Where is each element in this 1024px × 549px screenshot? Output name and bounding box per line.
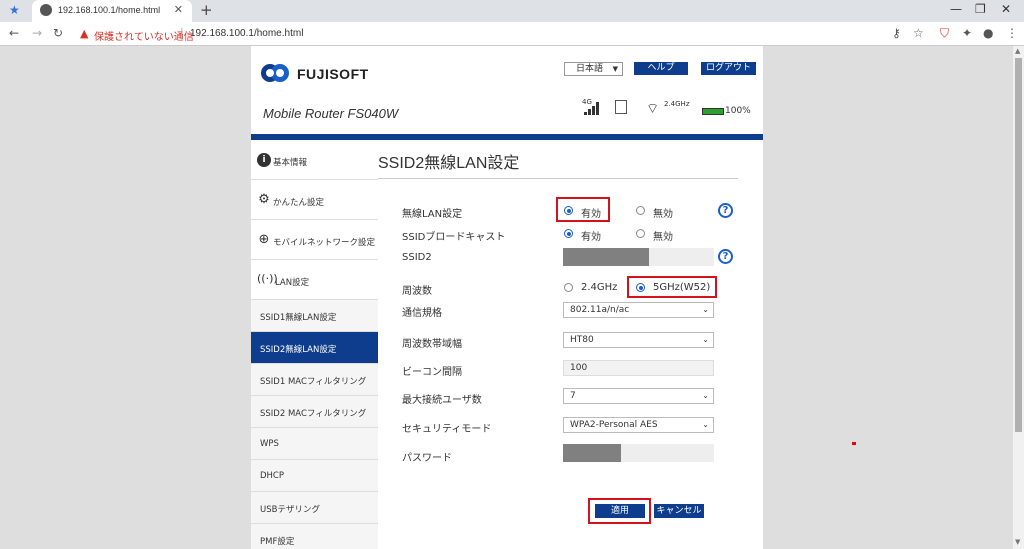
browser-tab[interactable]: 192.168.100.1/home.html ✕ bbox=[32, 0, 192, 22]
chevron-down-icon: ⌄ bbox=[702, 335, 709, 344]
back-icon[interactable]: ← bbox=[9, 26, 19, 40]
help-circle-icon[interactable]: ? bbox=[718, 249, 733, 264]
scroll-down-icon[interactable]: ▼ bbox=[1015, 538, 1020, 546]
key-icon[interactable]: ⚷ bbox=[892, 26, 901, 40]
new-tab-icon[interactable]: + bbox=[200, 1, 213, 19]
freq-2-4ghz-radio[interactable] bbox=[564, 283, 573, 292]
standard-select[interactable]: 802.11a/n/ac ⌄ bbox=[563, 302, 714, 318]
star-icon[interactable]: ★ bbox=[9, 3, 20, 17]
globe-icon bbox=[40, 4, 52, 16]
extension-shield-icon[interactable]: ⛉ bbox=[940, 26, 949, 41]
page-title: SSID2無線LAN設定 bbox=[378, 155, 520, 172]
sidebar-item-dhcp[interactable]: DHCP bbox=[251, 460, 378, 492]
frequency-label: 周波数 bbox=[402, 286, 432, 297]
wireless-lan-off-radio[interactable] bbox=[636, 206, 645, 215]
ssid-broadcast-on-radio[interactable] bbox=[564, 229, 573, 238]
profile-icon[interactable]: ● bbox=[983, 26, 993, 40]
red-marker bbox=[852, 442, 856, 445]
puzzle-icon[interactable]: ✦ bbox=[962, 26, 972, 40]
chevron-down-icon: ⌄ bbox=[702, 420, 709, 429]
ssid2-label: SSID2 bbox=[402, 252, 432, 263]
address-bar: ← → ↻ ▲ 保護されていない通信 | 192.168.100.1/home.… bbox=[0, 22, 1024, 46]
router-admin-page: FUJISOFT 日本語 ▼ ヘルプ ログアウト Mobile Router F… bbox=[251, 46, 763, 549]
redacted-ssid bbox=[563, 248, 649, 266]
brand-name: FUJISOFT bbox=[297, 66, 369, 82]
scroll-up-icon[interactable]: ▲ bbox=[1015, 47, 1020, 55]
password-label: パスワード bbox=[402, 453, 452, 464]
standard-label: 通信規格 bbox=[402, 308, 442, 319]
url-text[interactable]: 192.168.100.1/home.html bbox=[190, 28, 303, 39]
sidebar-item-lan[interactable]: ((·)) LAN設定 bbox=[251, 260, 378, 300]
language-select[interactable]: 日本語 ▼ bbox=[564, 62, 623, 76]
wireless-lan-on-radio[interactable] bbox=[564, 206, 573, 215]
sidebar-item-ssid2-wlan[interactable]: SSID2無線LAN設定 bbox=[251, 332, 378, 364]
title-divider bbox=[378, 178, 738, 179]
ssid-broadcast-label: SSIDブロードキャスト bbox=[402, 232, 506, 243]
cancel-button[interactable]: キャンセル bbox=[654, 504, 704, 518]
ssid-broadcast-off-radio[interactable] bbox=[636, 229, 645, 238]
globe-icon: ⊕ bbox=[258, 232, 270, 247]
redacted-password bbox=[563, 444, 621, 462]
sidebar-item-easy-setup[interactable]: ⚙ かんたん設定 bbox=[251, 180, 378, 220]
bandwidth-label: 周波数帯域幅 bbox=[402, 339, 462, 350]
page-header: FUJISOFT 日本語 ▼ ヘルプ ログアウト Mobile Router F… bbox=[251, 46, 763, 132]
maximize-icon[interactable]: ❐ bbox=[975, 2, 986, 16]
sidebar-item-pmf[interactable]: PMF設定 bbox=[251, 524, 378, 549]
wireless-lan-label: 無線LAN設定 bbox=[402, 209, 463, 220]
scrollbar-thumb[interactable] bbox=[1015, 58, 1022, 432]
model-name: Mobile Router FS040W bbox=[263, 106, 399, 121]
beacon-input[interactable]: 100 bbox=[563, 360, 714, 376]
bandwidth-select[interactable]: HT80 ⌄ bbox=[563, 332, 714, 348]
bookmark-star-icon[interactable]: ☆ bbox=[913, 26, 924, 40]
help-button[interactable]: ヘルプ bbox=[634, 62, 688, 75]
chevron-down-icon: ▼ bbox=[612, 65, 618, 73]
browser-tab-bar: ★ 192.168.100.1/home.html ✕ + — ❐ ✕ bbox=[0, 0, 1024, 22]
sidebar-item-mobile-network[interactable]: ⊕ モバイルネットワーク設定 bbox=[251, 220, 378, 260]
sidebar-item-ssid2-mac-filter[interactable]: SSID2 MACフィルタリング bbox=[251, 396, 378, 428]
chevron-down-icon: ⌄ bbox=[702, 391, 709, 400]
security-label: セキュリティモード bbox=[402, 424, 492, 435]
logout-button[interactable]: ログアウト bbox=[701, 62, 756, 75]
gear-icon: ⚙ bbox=[258, 192, 270, 207]
sidebar: i 基本情報 ⚙ かんたん設定 ⊕ モバイルネットワーク設定 ((·)) LAN… bbox=[251, 140, 378, 549]
window-close-icon[interactable]: ✕ bbox=[1001, 2, 1011, 16]
sidebar-item-wps[interactable]: WPS bbox=[251, 428, 378, 460]
sidebar-item-basic-info[interactable]: i 基本情報 bbox=[251, 140, 378, 180]
sidebar-item-ssid1-mac-filter[interactable]: SSID1 MACフィルタリング bbox=[251, 364, 378, 396]
max-users-select[interactable]: 7 ⌄ bbox=[563, 388, 714, 404]
sidebar-item-usb-tethering[interactable]: USBテザリング bbox=[251, 492, 378, 524]
info-icon: i bbox=[257, 153, 271, 167]
tab-title: 192.168.100.1/home.html bbox=[58, 5, 161, 15]
sidebar-item-ssid1-wlan[interactable]: SSID1無線LAN設定 bbox=[251, 300, 378, 332]
warning-icon: ▲ bbox=[80, 27, 89, 40]
sim-card-icon bbox=[615, 100, 627, 114]
chevron-down-icon: ⌄ bbox=[702, 305, 709, 314]
scrollbar[interactable]: ▲ ▼ bbox=[1013, 46, 1024, 549]
beacon-label: ビーコン間隔 bbox=[402, 367, 462, 378]
antenna-icon: ((·)) bbox=[257, 272, 278, 285]
apply-button[interactable]: 適用 bbox=[595, 504, 645, 518]
fujisoft-logo-icon bbox=[261, 64, 289, 82]
security-select[interactable]: WPA2-Personal AES ⌄ bbox=[563, 417, 714, 433]
battery-level: 100% bbox=[725, 106, 751, 116]
reload-icon[interactable]: ↻ bbox=[53, 26, 63, 40]
menu-icon[interactable]: ⋮ bbox=[1006, 26, 1018, 40]
forward-icon[interactable]: → bbox=[32, 26, 42, 40]
minimize-icon[interactable]: — bbox=[950, 2, 962, 16]
max-users-label: 最大接続ユーザ数 bbox=[402, 395, 482, 406]
wifi-icon: ⌔ 2.4GHz bbox=[646, 100, 690, 117]
close-icon[interactable]: ✕ bbox=[174, 3, 183, 16]
freq-5ghz-radio[interactable] bbox=[636, 283, 645, 292]
url-field[interactable]: ▲ 保護されていない通信 | 192.168.100.1/home.html bbox=[72, 25, 932, 43]
security-warning[interactable]: 保護されていない通信 bbox=[94, 28, 194, 43]
help-circle-icon[interactable]: ? bbox=[718, 203, 733, 218]
